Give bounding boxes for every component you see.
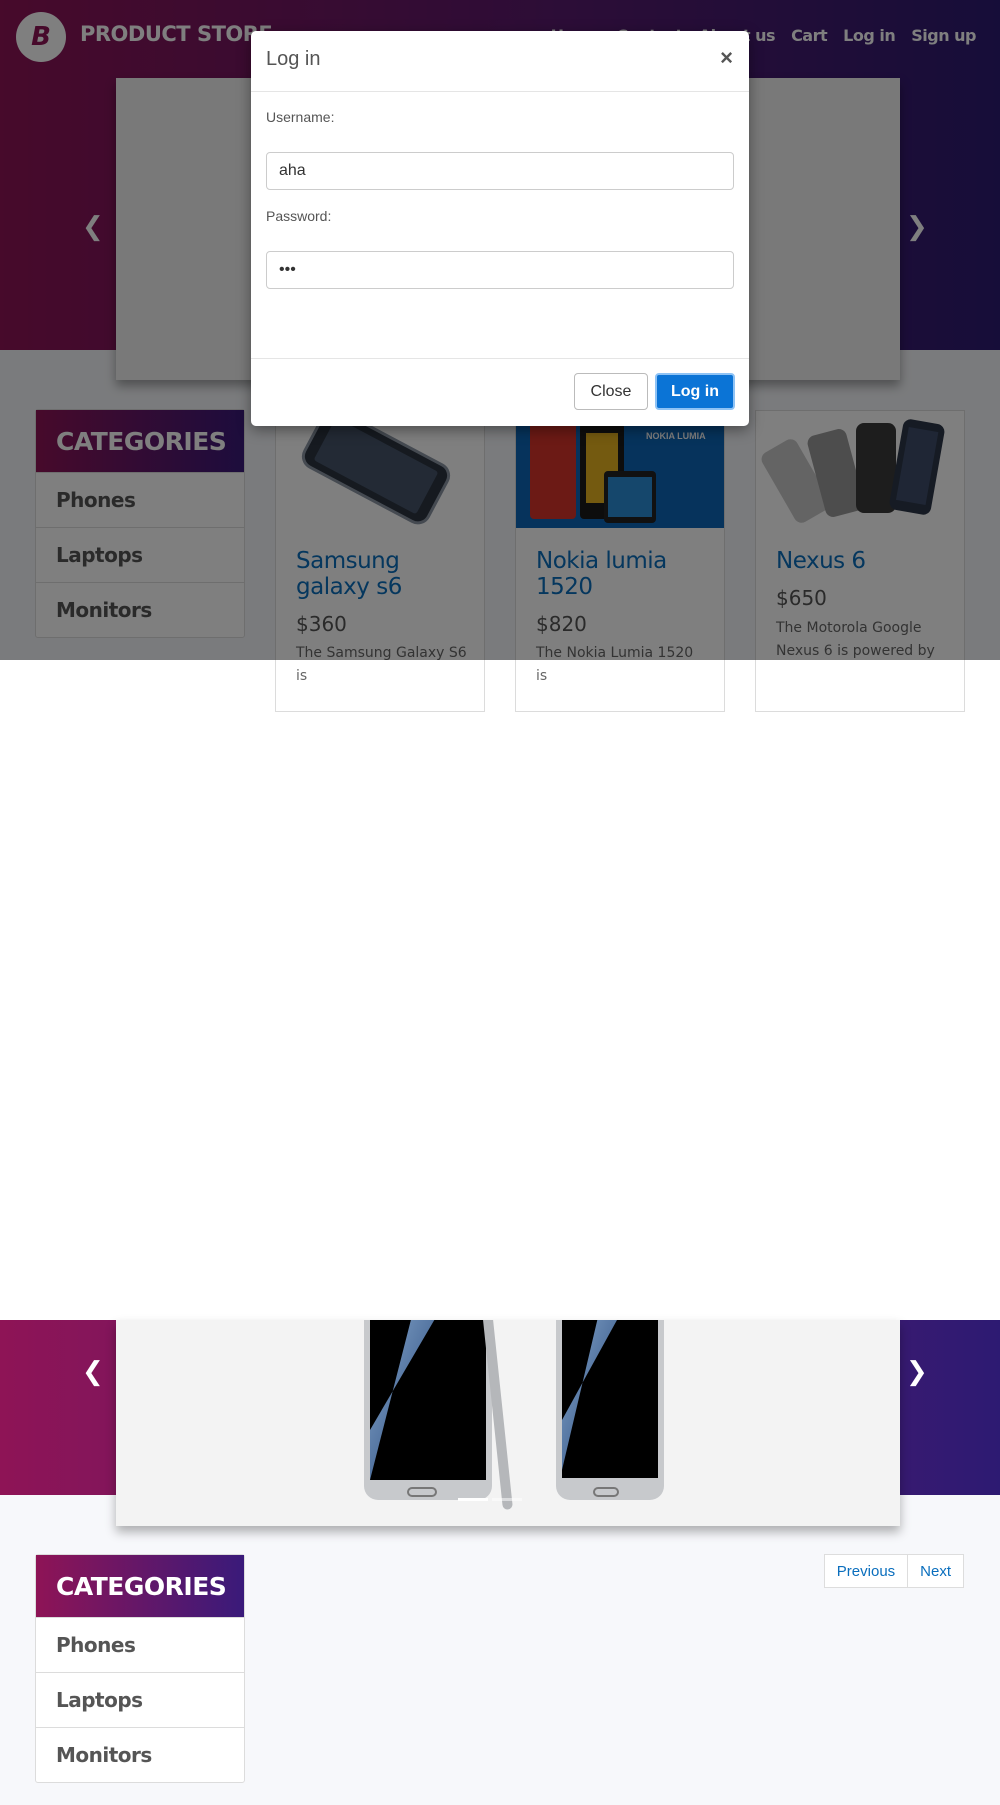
password-label: Password: bbox=[266, 208, 332, 224]
close-button[interactable]: Close bbox=[574, 373, 648, 410]
modal-title: Log in bbox=[266, 48, 321, 70]
carousel-image bbox=[364, 1320, 664, 1510]
chevron-left-icon[interactable]: ❮ bbox=[82, 1357, 104, 1387]
category-laptops[interactable]: Laptops bbox=[36, 1672, 244, 1727]
categories-title[interactable]: CATEGORIES bbox=[36, 1555, 244, 1617]
pagination: Previous Next bbox=[823, 1554, 964, 1588]
close-icon[interactable]: × bbox=[720, 45, 733, 71]
categories-panel: CATEGORIES Phones Laptops Monitors bbox=[35, 1554, 245, 1783]
modal-footer: Close Log in bbox=[251, 358, 749, 427]
chevron-right-icon[interactable]: ❯ bbox=[906, 1357, 928, 1387]
category-phones[interactable]: Phones bbox=[36, 1617, 244, 1672]
next-page-button[interactable]: Next bbox=[908, 1554, 964, 1588]
login-modal: Log in × Username: Password: Close Log i… bbox=[251, 31, 749, 426]
password-input[interactable] bbox=[266, 251, 734, 289]
username-input[interactable] bbox=[266, 152, 734, 190]
carousel bbox=[116, 1320, 900, 1526]
log-in-button[interactable]: Log in bbox=[655, 373, 735, 410]
username-label: Username: bbox=[266, 109, 335, 125]
modal-header: Log in × bbox=[251, 31, 749, 92]
previous-page-button[interactable]: Previous bbox=[823, 1554, 909, 1588]
category-monitors[interactable]: Monitors bbox=[36, 1727, 244, 1782]
